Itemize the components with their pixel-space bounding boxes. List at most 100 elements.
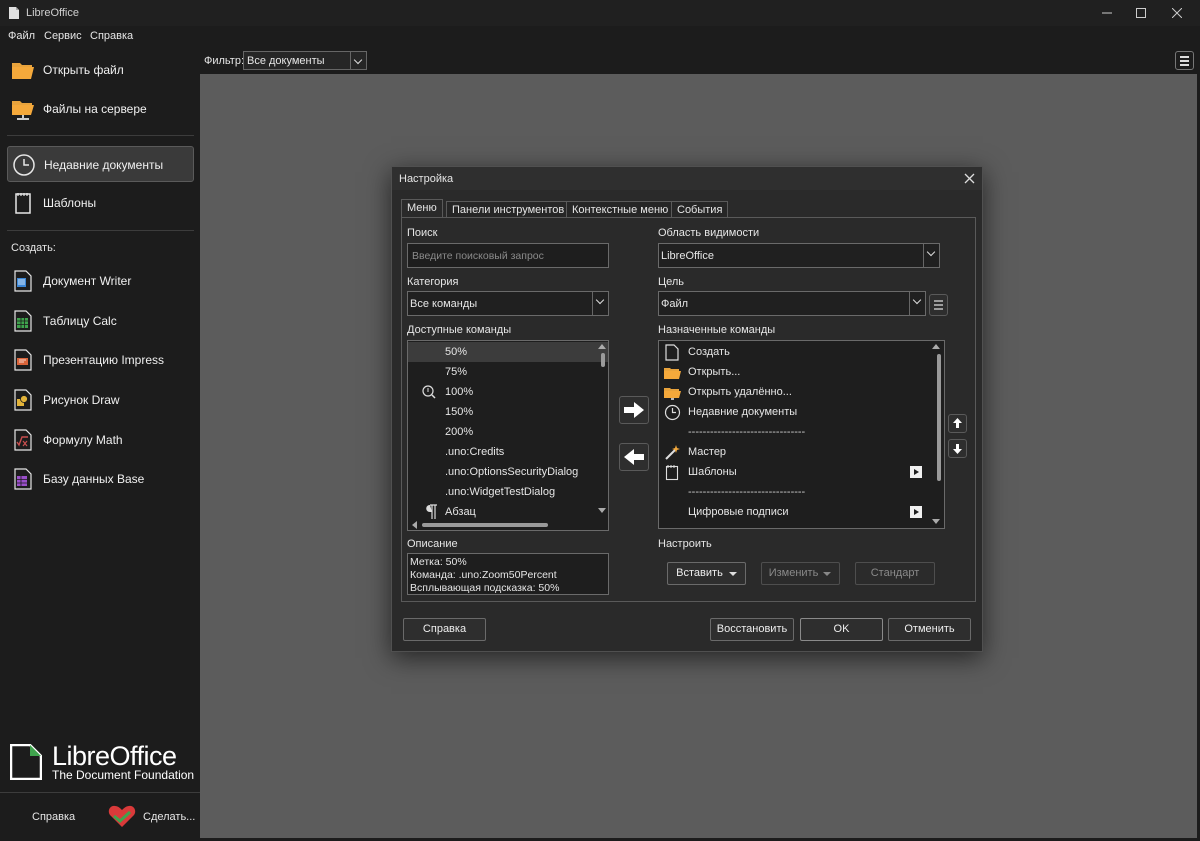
help-link[interactable]: Справка xyxy=(32,811,75,823)
list-item[interactable]: Создать xyxy=(659,342,944,362)
vertical-scrollbar[interactable] xyxy=(937,354,941,481)
list-item[interactable]: 200% xyxy=(408,422,608,442)
recent-documents-button[interactable]: Недавние документы xyxy=(7,146,194,182)
list-item[interactable]: .uno:OptionsSecurityDialog xyxy=(408,462,608,482)
chevron-down-icon xyxy=(592,292,608,315)
list-item[interactable]: .uno:WidgetTestDialog xyxy=(408,482,608,502)
recent-documents-label: Недавние документы xyxy=(44,158,164,172)
sidebar-divider xyxy=(7,135,194,136)
chevron-down-icon xyxy=(923,244,939,267)
description-label: Описание xyxy=(407,538,458,550)
category-dropdown[interactable]: Все команды xyxy=(407,291,609,316)
move-down-button[interactable] xyxy=(948,439,967,458)
logo-tagline: The Document Foundation xyxy=(52,768,195,782)
close-icon xyxy=(1171,7,1183,19)
scope-dropdown[interactable]: LibreOffice xyxy=(658,243,940,268)
reset-button[interactable]: Восстановить xyxy=(710,618,794,641)
menu-help[interactable]: Справка xyxy=(90,30,133,42)
chevron-down-icon xyxy=(909,292,925,315)
wizard-icon xyxy=(665,445,680,460)
category-label: Категория xyxy=(407,276,459,288)
filter-dropdown[interactable]: Все документы xyxy=(243,51,367,70)
menubar: Файл Сервис Справка xyxy=(0,26,200,46)
create-writer-button[interactable]: Документ Writer xyxy=(7,263,194,299)
remote-files-button[interactable]: Файлы на сервере xyxy=(7,91,194,127)
list-item[interactable]: Открыть удалённо... xyxy=(659,382,944,402)
dialog-title: Настройка xyxy=(399,173,454,185)
tab-events[interactable]: События xyxy=(671,201,729,218)
scroll-left-icon[interactable] xyxy=(412,521,417,529)
sidebar-divider xyxy=(0,792,200,793)
list-item[interactable]: 150% xyxy=(408,402,608,422)
filter-value: Все документы xyxy=(247,55,325,67)
search-label: Поиск xyxy=(407,227,438,239)
remote-files-label: Файлы на сервере xyxy=(43,102,147,116)
arrow-up-icon xyxy=(953,418,962,428)
submenu-arrow-icon xyxy=(910,466,922,478)
target-label: Цель xyxy=(658,276,685,288)
list-item[interactable]: .uno:Credits xyxy=(408,442,608,462)
hamburger-menu-button[interactable] xyxy=(1175,51,1194,70)
clock-icon xyxy=(13,154,35,176)
default-button[interactable]: Стандарт xyxy=(855,562,935,585)
customize-dialog: Настройка Меню Панели инструментов Конте… xyxy=(391,166,983,652)
folder-open-icon xyxy=(664,368,681,379)
insert-label: Вставить xyxy=(676,567,723,579)
window-title: LibreOffice xyxy=(26,7,79,19)
insert-dropdown-button[interactable]: Вставить xyxy=(667,562,746,585)
vertical-scrollbar[interactable] xyxy=(601,353,605,367)
tab-menus[interactable]: Меню xyxy=(401,199,443,218)
target-menu-button[interactable] xyxy=(929,294,948,316)
available-commands-list[interactable]: 50% 75% 100% 150% 200% .uno:Credits .uno… xyxy=(407,340,609,531)
create-calc-button[interactable]: Таблицу Calc xyxy=(7,303,194,339)
close-icon[interactable] xyxy=(963,172,977,186)
horizontal-scrollbar[interactable] xyxy=(422,523,548,527)
calc-icon xyxy=(14,310,32,332)
list-item[interactable]: -------------------------------- xyxy=(659,422,944,442)
donate-link[interactable]: Сделать... xyxy=(143,811,195,823)
create-heading: Создать: xyxy=(11,242,56,254)
list-item[interactable]: 100% xyxy=(408,382,608,402)
tab-toolbars[interactable]: Панели инструментов xyxy=(446,201,571,218)
list-item[interactable]: Абзац xyxy=(408,502,608,522)
search-input[interactable]: Введите поисковый запрос xyxy=(407,243,609,268)
folder-remote-icon xyxy=(12,101,34,120)
list-item[interactable]: Цифровые подписи xyxy=(659,502,944,522)
tab-panel: Поиск Введите поисковый запрос Категория… xyxy=(401,217,976,602)
cancel-button[interactable]: Отменить xyxy=(888,618,971,641)
create-base-label: Базу данных Base xyxy=(43,472,145,486)
add-command-button[interactable] xyxy=(619,396,649,424)
ok-button[interactable]: OK xyxy=(800,618,883,641)
list-item[interactable]: 75% xyxy=(408,362,608,382)
templates-button[interactable]: Шаблоны xyxy=(7,185,194,221)
list-item[interactable]: Открыть... xyxy=(659,362,944,382)
description-line: Команда: .uno:Zoom50Percent xyxy=(410,569,557,581)
assigned-commands-label: Назначенные команды xyxy=(658,324,776,336)
close-window-button[interactable] xyxy=(1154,0,1200,26)
create-base-button[interactable]: Базу данных Base xyxy=(7,461,194,497)
menu-file[interactable]: Файл xyxy=(8,30,35,42)
create-draw-button[interactable]: Рисунок Draw xyxy=(7,382,194,418)
category-value: Все команды xyxy=(410,298,478,310)
list-item[interactable]: -------------------------------- xyxy=(659,482,944,502)
list-item[interactable]: Шаблоны xyxy=(659,462,944,482)
help-button[interactable]: Справка xyxy=(403,618,486,641)
menu-icon xyxy=(1180,64,1189,66)
menu-tools[interactable]: Сервис xyxy=(44,30,82,42)
modify-dropdown-button[interactable]: Изменить xyxy=(761,562,840,585)
move-up-button[interactable] xyxy=(948,414,967,433)
tab-context-menus[interactable]: Контекстные меню xyxy=(566,201,675,218)
list-item[interactable]: Мастер xyxy=(659,442,944,462)
create-calc-label: Таблицу Calc xyxy=(43,314,117,328)
target-dropdown[interactable]: Файл xyxy=(658,291,926,316)
create-impress-button[interactable]: Презентацию Impress xyxy=(7,342,194,378)
assigned-commands-list[interactable]: Создать Открыть... Открыть удалённо... Н… xyxy=(658,340,945,529)
create-impress-label: Презентацию Impress xyxy=(43,353,164,367)
open-file-button[interactable]: Открыть файл xyxy=(7,52,194,88)
writer-icon xyxy=(14,270,32,292)
list-item[interactable]: 50% xyxy=(408,342,608,362)
list-item[interactable]: Недавние документы xyxy=(659,402,944,422)
create-math-button[interactable]: Формулу Math xyxy=(7,422,194,458)
remove-command-button[interactable] xyxy=(619,443,649,471)
sidebar-divider xyxy=(7,230,194,231)
